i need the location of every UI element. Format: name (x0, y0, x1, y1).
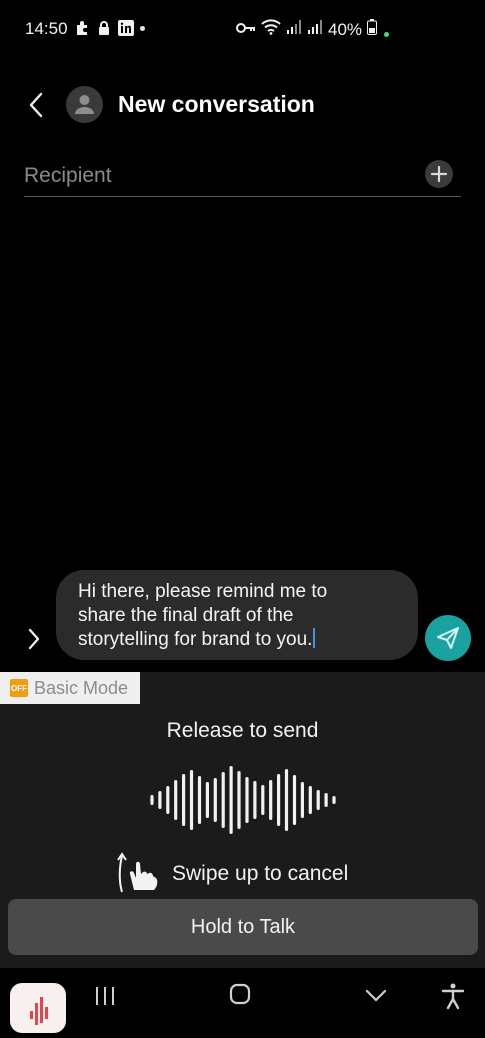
waveform-bar (205, 782, 209, 818)
back-button[interactable] (24, 88, 52, 122)
status-left-icons (74, 20, 145, 36)
swipe-cancel-hint: Swipe up to cancel (116, 852, 348, 896)
waveform-bar (292, 775, 297, 825)
home-icon (229, 983, 251, 1005)
basic-mode-toggle[interactable]: OFF Basic Mode (0, 672, 140, 704)
wifi-icon (261, 19, 281, 40)
release-to-send-text: Release to send (166, 719, 319, 742)
audio-bars-icon (30, 997, 48, 1025)
waveform-bar (253, 781, 257, 819)
home-button[interactable] (224, 978, 256, 1010)
status-time: 14:50 (25, 19, 68, 38)
waveform-bar (300, 782, 304, 818)
swipe-cancel-text: Swipe up to cancel (172, 862, 349, 885)
waveform-bar (277, 774, 281, 826)
avatar (66, 86, 103, 123)
chevron-down-icon (365, 989, 387, 1002)
recent-apps-button[interactable] (89, 980, 121, 1012)
waveform-bar (189, 770, 194, 830)
add-recipient-button[interactable] (425, 160, 453, 188)
signal-icon (286, 20, 302, 39)
basic-mode-icon: OFF (10, 679, 28, 697)
waveform-bar (150, 795, 154, 805)
recipient-divider (24, 196, 461, 197)
expand-options-button[interactable] (24, 626, 44, 652)
status-bar: 14:50 40% (0, 0, 485, 58)
hold-to-talk-button[interactable]: Hold to Talk (8, 899, 478, 955)
basic-mode-label: Basic Mode (34, 677, 129, 698)
waveform-bar (284, 769, 289, 831)
recipient-input[interactable] (24, 160, 414, 192)
person-icon (75, 95, 94, 114)
waveform-bar (316, 790, 320, 810)
page-title: New conversation (118, 91, 315, 117)
accessibility-icon (441, 983, 465, 1010)
chevron-right-icon (28, 628, 40, 650)
waveform-bar (245, 777, 249, 823)
swipe-up-hand-icon (117, 852, 158, 893)
key-icon (236, 21, 256, 39)
linkedin-icon (118, 20, 134, 36)
waveform-bar (158, 791, 162, 809)
hide-keyboard-button[interactable] (360, 980, 392, 1012)
waveform-bar (261, 785, 265, 815)
notification-dot (140, 25, 145, 31)
accessibility-button[interactable] (437, 980, 469, 1012)
waveform-bar (229, 766, 233, 834)
waveform-bar (308, 786, 312, 814)
waveform-bar (324, 793, 328, 807)
waveform-bar (237, 771, 241, 829)
waveform-bar (213, 778, 217, 822)
message-input[interactable]: Hi there, please remind me to share the … (56, 570, 418, 660)
waveform-bar (174, 780, 178, 820)
recent-apps-icon (96, 987, 114, 1005)
waveform-bar (197, 776, 202, 824)
waveform-bar (269, 780, 273, 820)
waveform-icon (150, 766, 336, 834)
waveform-bar (332, 796, 336, 804)
chevron-left-icon (29, 92, 43, 118)
lock-icon (96, 20, 112, 36)
signal-icon (307, 20, 323, 39)
send-button[interactable] (425, 615, 471, 661)
send-icon (437, 627, 459, 649)
battery-percentage: 40% (328, 19, 363, 39)
privacy-indicator-dot (384, 32, 390, 37)
battery-icon (367, 19, 378, 40)
text-caret (313, 628, 316, 648)
message-text: Hi there, please remind me to share the … (78, 581, 328, 650)
waveform-bar (221, 772, 225, 828)
puzzle-icon (74, 20, 90, 36)
plus-icon (430, 165, 448, 183)
voice-app-icon[interactable] (10, 983, 66, 1033)
status-right-icons: 40% (236, 19, 390, 40)
waveform-bar (182, 774, 186, 826)
waveform-bar (166, 786, 170, 814)
